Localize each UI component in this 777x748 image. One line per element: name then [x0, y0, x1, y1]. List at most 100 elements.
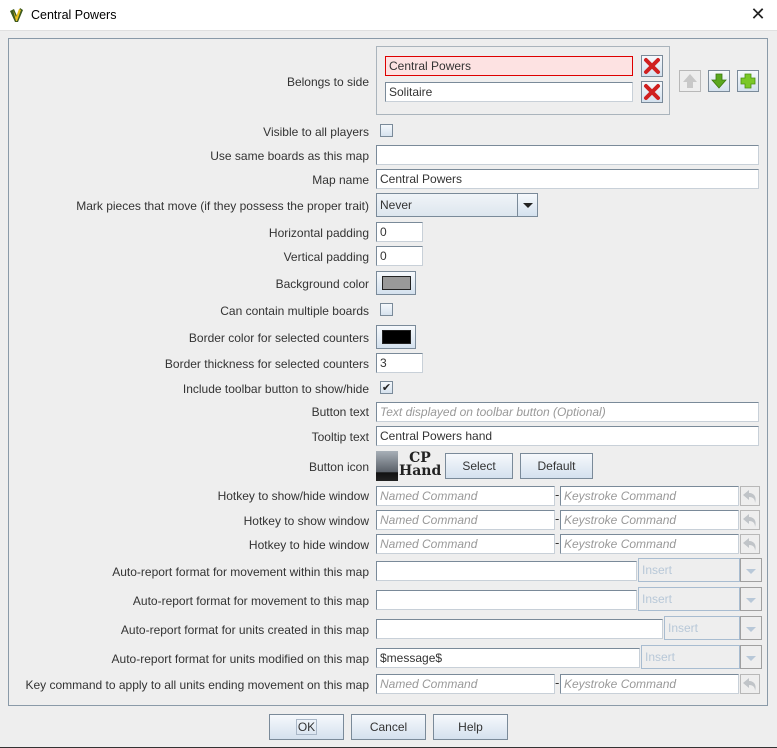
mark-moved-value: Never — [380, 198, 413, 212]
border-color-swatch — [382, 330, 411, 344]
undo-arrow-icon — [743, 538, 756, 551]
bg-color-swatch — [382, 276, 411, 290]
ok-label: OK — [295, 719, 318, 735]
chevron-down-icon[interactable] — [740, 616, 762, 640]
report-created-label: Auto-report format for units created in … — [120, 623, 369, 637]
visible-checkbox[interactable] — [380, 124, 393, 137]
report-to-input[interactable] — [376, 590, 637, 610]
undo-button[interactable] — [740, 534, 760, 554]
report-within-input[interactable] — [376, 561, 637, 581]
close-icon[interactable]: ✕ — [748, 6, 768, 25]
add-side-button[interactable] — [737, 70, 759, 92]
undo-arrow-icon — [743, 490, 756, 503]
select-icon-button[interactable]: Select — [445, 453, 513, 479]
map-name-label: Map name — [312, 173, 369, 187]
bg-color-button[interactable] — [376, 271, 416, 295]
button-icon-label: Button icon — [308, 460, 369, 474]
hotkey-showhide-named-input[interactable]: Named Command — [376, 486, 555, 506]
report-to-insert-select[interactable]: Insert — [638, 587, 762, 611]
undo-arrow-icon — [743, 514, 756, 527]
report-to-label: Auto-report format for movement to this … — [132, 594, 369, 608]
border-thickness-label: Border thickness for selected counters — [164, 357, 369, 371]
hotkey-hide-keystroke-input[interactable]: Keystroke Command — [560, 534, 739, 554]
separator-dash: - — [555, 512, 560, 526]
help-button[interactable]: Help — [433, 714, 508, 740]
chevron-down-icon[interactable] — [740, 587, 762, 611]
map-name-input[interactable]: Central Powers — [376, 169, 759, 189]
side-label: Belongs to side — [286, 75, 369, 89]
ok-button[interactable]: OK — [269, 714, 344, 740]
button-text-label: Button text — [311, 405, 369, 419]
undo-button[interactable] — [740, 674, 760, 694]
hotkey-hide-named-input[interactable]: Named Command — [376, 534, 555, 554]
chevron-down-icon[interactable] — [517, 194, 537, 216]
undo-button[interactable] — [740, 486, 760, 506]
remove-side-button[interactable] — [641, 55, 663, 77]
separator-dash: - — [555, 488, 560, 502]
move-down-button[interactable] — [708, 70, 730, 92]
undo-arrow-icon — [743, 678, 756, 691]
side-entry-central-powers[interactable]: Central Powers — [385, 56, 633, 76]
key-end-move-named-input[interactable]: Named Command — [376, 674, 555, 694]
report-modified-insert-select[interactable]: Insert — [641, 645, 762, 669]
insert-label: Insert — [668, 621, 699, 635]
key-end-move-keystroke-input[interactable]: Keystroke Command — [560, 674, 739, 694]
hotkey-hide-label: Hotkey to hide window — [248, 538, 369, 552]
card-thumbnail-icon — [376, 451, 398, 481]
report-modified-input[interactable]: $message$ — [376, 648, 640, 668]
mark-moved-label: Mark pieces that move (if they possess t… — [76, 199, 369, 213]
insert-label: Insert — [642, 592, 673, 606]
h-padding-input[interactable]: 0 — [376, 222, 423, 242]
h-padding-label: Horizontal padding — [268, 226, 369, 240]
window-title: Central Powers — [31, 8, 117, 22]
visible-label: Visible to all players — [263, 125, 369, 139]
insert-label: Insert — [645, 650, 676, 664]
cp-hand-icon: CP Hand — [399, 450, 442, 479]
multi-boards-label: Can contain multiple boards — [220, 304, 369, 318]
separator-dash: - — [555, 676, 560, 690]
button-text-input[interactable]: Text displayed on toolbar button (Option… — [376, 402, 759, 422]
remove-x-icon — [644, 58, 660, 74]
same-boards-input[interactable] — [376, 145, 759, 165]
plus-icon — [740, 73, 756, 89]
remove-x-icon — [644, 84, 660, 100]
hotkey-showhide-label: Hotkey to show/hide window — [217, 489, 369, 503]
hotkey-show-keystroke-input[interactable]: Keystroke Command — [560, 510, 739, 530]
default-icon-button[interactable]: Default — [520, 453, 593, 479]
remove-side-button[interactable] — [641, 81, 663, 103]
hotkey-show-label: Hotkey to show window — [243, 514, 369, 528]
report-created-input[interactable] — [376, 619, 663, 639]
arrow-down-icon — [711, 73, 727, 89]
v-padding-input[interactable]: 0 — [376, 246, 423, 266]
cancel-button[interactable]: Cancel — [351, 714, 426, 740]
undo-button[interactable] — [740, 510, 760, 530]
multi-boards-checkbox[interactable] — [380, 303, 393, 316]
tooltip-text-label: Tooltip text — [311, 430, 369, 444]
toolbar-button-label: Include toolbar button to show/hide — [182, 382, 369, 396]
hotkey-show-named-input[interactable]: Named Command — [376, 510, 555, 530]
move-up-button[interactable] — [679, 70, 701, 92]
mark-moved-select[interactable]: Never — [376, 193, 538, 217]
hotkey-showhide-keystroke-input[interactable]: Keystroke Command — [560, 486, 739, 506]
toolbar-button-checkbox[interactable]: ✔ — [380, 381, 393, 394]
tooltip-text-input[interactable]: Central Powers hand — [376, 426, 759, 446]
border-thickness-input[interactable]: 3 — [376, 353, 423, 373]
chevron-down-icon[interactable] — [740, 645, 762, 669]
separator-dash: - — [555, 536, 560, 550]
report-modified-label: Auto-report format for units modified on… — [111, 652, 369, 666]
report-within-label: Auto-report format for movement within t… — [112, 565, 369, 579]
border-color-label: Border color for selected counters — [188, 331, 369, 345]
bg-color-label: Background color — [275, 277, 369, 291]
border-color-button[interactable] — [376, 325, 416, 349]
v-padding-label: Vertical padding — [283, 250, 369, 264]
insert-label: Insert — [642, 563, 673, 577]
arrow-up-icon — [683, 74, 697, 88]
report-created-insert-select[interactable]: Insert — [664, 616, 762, 640]
same-boards-label: Use same boards as this map — [210, 149, 369, 163]
report-within-insert-select[interactable]: Insert — [638, 558, 762, 582]
key-end-move-label: Key command to apply to all units ending… — [25, 678, 369, 692]
vassal-logo-icon — [10, 8, 23, 22]
side-entry-solitaire[interactable]: Solitaire — [385, 82, 633, 102]
chevron-down-icon[interactable] — [740, 558, 762, 582]
title-bar: Central Powers ✕ — [0, 0, 777, 31]
